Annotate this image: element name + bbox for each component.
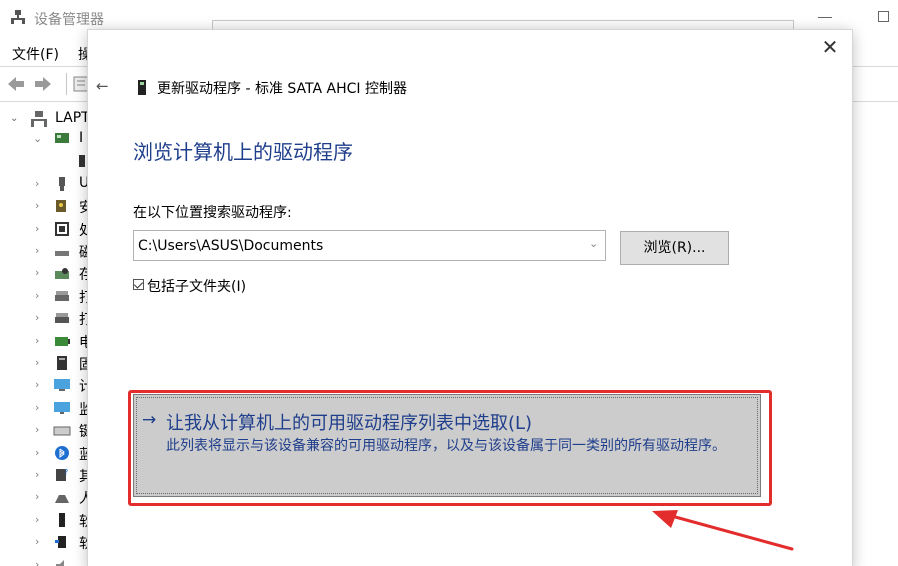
driver-path-input[interactable] (134, 231, 574, 260)
computer-root-icon (31, 111, 47, 127)
chevron-right-icon[interactable]: › (35, 535, 39, 548)
chevron-right-icon[interactable]: › (35, 311, 39, 324)
other-device-icon: ? (56, 468, 68, 481)
tree-row[interactable]: › 监 (0, 397, 90, 419)
tree-row[interactable]: › 键 (0, 419, 90, 441)
chevron-right-icon[interactable]: › (35, 401, 39, 414)
tree-row[interactable]: › U (0, 173, 90, 195)
audio-icon (56, 560, 64, 566)
device-tree: ⌄ LAPT ⌄ I › U › 安 › 处 › 磁 › 存 › 打 › 打 › 电 › 固 › 计 › 监 › 键 › 蓝 ›? 其 › 人… (0, 103, 90, 566)
search-location-label: 在以下位置搜索驱动程序: (133, 205, 292, 221)
chevron-right-icon[interactable]: › (35, 266, 39, 279)
tree-row[interactable]: › 计 (0, 374, 90, 396)
chevron-right-icon[interactable]: › (35, 244, 39, 257)
chevron-right-icon[interactable]: › (35, 558, 39, 566)
toolbar-separator (66, 73, 67, 95)
print-queue-icon (55, 291, 69, 301)
tree-row[interactable]: ⌄ I (0, 128, 90, 150)
tree-row[interactable]: › 电 (0, 330, 90, 352)
usb-icon (59, 177, 65, 191)
chevron-down-icon[interactable]: ⌄ (589, 237, 598, 250)
tree-row[interactable]: ›? 其 (0, 464, 90, 486)
tree-row[interactable]: › 蓝 (0, 442, 90, 464)
tree-row[interactable]: › 打 (0, 285, 90, 307)
keyboard-icon (53, 426, 71, 436)
minimize-icon[interactable] (818, 17, 832, 18)
include-subfolders-label[interactable]: 包括子文件夹(I) (147, 276, 246, 296)
disk-drive-icon (55, 251, 69, 256)
menu-file[interactable]: 文件(F) (12, 44, 59, 64)
firmware-icon (57, 356, 67, 370)
chevron-right-icon[interactable]: › (35, 222, 39, 235)
chevron-right-icon[interactable]: › (35, 334, 39, 347)
pick-option-description: 此列表将显示与该设备兼容的可用驱动程序，以及与该设备属于同一类别的所有驱动程序。 (166, 438, 726, 454)
processor-icon (55, 222, 69, 236)
storage-controller-icon (55, 133, 69, 143)
tree-row[interactable]: › 处 (0, 218, 90, 240)
svg-text:?: ? (64, 468, 68, 477)
chevron-right-icon[interactable]: › (35, 446, 39, 459)
printer-icon (55, 313, 69, 323)
chevron-right-icon[interactable]: › (35, 177, 39, 190)
tree-row[interactable]: › 软 (0, 509, 90, 531)
tree-row[interactable]: › 安 (0, 195, 90, 217)
chevron-down-icon[interactable]: ⌄ (10, 113, 18, 124)
dialog-header-title: 更新驱动程序 - 标准 SATA AHCI 控制器 (157, 81, 407, 97)
pick-from-list-option[interactable]: → 让我从计算机上的可用驱动程序列表中选取(L) 此列表将显示与该设备兼容的可用… (133, 394, 761, 497)
tree-row[interactable]: › 存 (0, 262, 90, 284)
back-arrow-icon[interactable] (6, 75, 26, 93)
browse-button[interactable]: 浏览(R)... (620, 231, 729, 265)
device-manager-app-icon (11, 10, 25, 24)
tree-row[interactable]: › 磁 (0, 240, 90, 262)
pick-option-title[interactable]: 让我从计算机上的可用驱动程序列表中选取(L) (166, 409, 532, 435)
chevron-right-icon[interactable]: › (35, 513, 39, 526)
chevron-right-icon[interactable]: › (35, 490, 39, 503)
device-manager-title: 设备管理器 (34, 12, 104, 28)
maximize-icon[interactable] (878, 11, 889, 22)
storage-icon (55, 268, 69, 279)
tree-root-label: LAPT (55, 110, 90, 126)
tree-row[interactable] (0, 150, 90, 172)
arrow-right-icon: → (142, 410, 157, 430)
software-component-icon (59, 513, 65, 527)
chevron-down-icon[interactable]: ⌄ (33, 132, 42, 145)
battery-icon (55, 337, 70, 346)
storage-controller-icon (138, 80, 146, 95)
bluetooth-icon (55, 446, 69, 460)
close-icon[interactable]: ✕ (821, 37, 839, 57)
security-device-icon (56, 200, 66, 212)
chevron-right-icon[interactable]: › (35, 468, 39, 481)
update-driver-dialog: ✕ ← 更新驱动程序 - 标准 SATA AHCI 控制器 浏览计算机上的驱动程… (88, 30, 852, 566)
driver-path-combobox[interactable]: ⌄ (133, 230, 606, 261)
chevron-right-icon[interactable]: › (35, 378, 39, 391)
hid-icon (55, 495, 69, 503)
tree-row[interactable]: › 打 (0, 307, 90, 329)
tree-row[interactable]: › 软 (0, 531, 90, 553)
monitor-icon (54, 402, 70, 414)
forward-arrow-icon[interactable] (33, 75, 53, 93)
chevron-right-icon[interactable]: › (35, 356, 39, 369)
tree-row[interactable]: › 人 (0, 486, 90, 508)
chevron-right-icon[interactable]: › (35, 423, 39, 436)
tree-row[interactable]: › (0, 554, 90, 566)
chevron-right-icon[interactable]: › (35, 199, 39, 212)
back-arrow-button[interactable]: ← (96, 77, 109, 95)
page-heading: 浏览计算机上的驱动程序 (133, 140, 353, 164)
include-subfolders-checkbox[interactable] (133, 279, 144, 290)
computer-icon (54, 379, 70, 391)
tree-row[interactable]: › 固 (0, 352, 90, 374)
chevron-right-icon[interactable]: › (35, 289, 39, 302)
software-device-icon (55, 536, 66, 548)
